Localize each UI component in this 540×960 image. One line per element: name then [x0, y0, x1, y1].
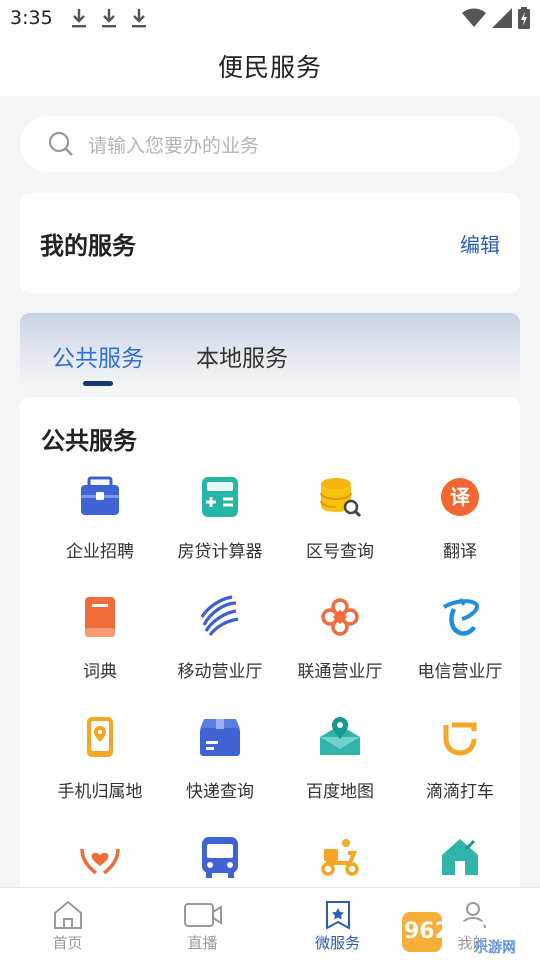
status-time: 3:35 — [10, 7, 53, 29]
didi-icon — [443, 722, 477, 756]
service-label: 企业招聘 — [66, 542, 134, 562]
service-item-express[interactable]: 快递查询 — [160, 715, 280, 835]
service-item-china-mobile[interactable]: 移动营业厅 — [160, 595, 280, 715]
service-label: 手机归属地 — [57, 782, 143, 802]
video-icon — [183, 903, 222, 927]
service-label: 百度地图 — [306, 782, 374, 802]
map-icon — [320, 717, 360, 755]
nav-label: 微服务 — [314, 934, 360, 952]
download-icon — [131, 9, 146, 28]
my-services-card: 我的服务 编辑 — [20, 193, 520, 293]
title-bar: 便民服务 — [0, 36, 540, 96]
service-label: 区号查询 — [306, 542, 374, 562]
service-item-translate[interactable]: 译 翻译 — [400, 475, 520, 595]
search-placeholder: 请输入您要办的业务 — [88, 134, 260, 157]
service-item-phone-location[interactable]: 手机归属地 — [40, 715, 160, 835]
service-label: 房贷计算器 — [177, 542, 263, 562]
service-item-didi[interactable]: 滴滴打车 — [400, 715, 520, 835]
service-label: 滴滴打车 — [426, 782, 494, 802]
download-icon — [101, 9, 116, 28]
bus-icon — [202, 837, 238, 878]
public-services-panel: 公共服务 企业招聘 房贷计算器 区号查询 译 翻译 词典 移动营业厅 联通营业厅… — [20, 397, 520, 917]
page-title: 便民服务 — [217, 53, 322, 82]
nav-home[interactable]: 首页 — [0, 888, 135, 960]
database-search-icon — [320, 478, 362, 518]
search-icon — [48, 131, 73, 156]
service-item-loan-calculator[interactable]: 房贷计算器 — [160, 475, 280, 595]
scooter-icon — [321, 839, 359, 876]
translate-icon: 译 — [441, 478, 479, 516]
nav-label: 首页 — [52, 934, 83, 952]
service-item-china-telecom[interactable]: 电信营业厅 — [400, 595, 520, 715]
dictionary-icon — [85, 597, 115, 637]
service-item-dictionary[interactable]: 词典 — [40, 595, 160, 715]
nav-live[interactable]: 直播 — [135, 888, 270, 960]
china-telecom-icon — [442, 598, 479, 636]
home-icon — [53, 900, 82, 929]
package-icon — [200, 719, 240, 756]
wifi-icon — [462, 8, 486, 27]
signal-icon — [492, 8, 512, 28]
service-label: 移动营业厅 — [177, 662, 263, 682]
service-label: 翻译 — [443, 542, 477, 562]
status-bar: 3:35 — [0, 0, 540, 36]
service-label: 联通营业厅 — [297, 662, 383, 682]
calculator-icon — [202, 477, 238, 517]
service-label: 快递查询 — [186, 782, 254, 802]
nav-services[interactable]: 微服务 — [270, 888, 405, 960]
house-clean-icon — [442, 839, 478, 875]
svg-text:译: 译 — [450, 485, 471, 509]
tab-local-services[interactable]: 本地服务 — [196, 339, 288, 373]
service-label: 电信营业厅 — [417, 662, 503, 682]
my-services-title: 我的服务 — [40, 231, 136, 260]
service-item-china-unicom[interactable]: 联通营业厅 — [280, 595, 400, 715]
nav-label: 直播 — [187, 934, 218, 952]
china-unicom-icon — [321, 598, 359, 636]
service-item-job[interactable]: 企业招聘 — [40, 475, 160, 595]
watermark-sub: 乐游网 — [474, 940, 516, 956]
download-icon — [71, 9, 86, 28]
tab-public-services[interactable]: 公共服务 — [52, 339, 144, 373]
service-item-baidu-map[interactable]: 百度地图 — [280, 715, 400, 835]
edit-button[interactable]: 编辑 — [460, 229, 500, 258]
site-watermark: 962.NET 乐游网 — [402, 912, 516, 956]
search-input[interactable]: 请输入您要办的业务 — [20, 116, 520, 172]
care-hands-icon — [80, 848, 120, 875]
bookmark-star-icon — [325, 901, 350, 930]
phone-location-icon — [87, 717, 113, 757]
service-tabs: 公共服务 本地服务 — [20, 313, 520, 389]
briefcase-icon — [81, 476, 119, 515]
service-label: 词典 — [83, 662, 117, 682]
services-grid: 企业招聘 房贷计算器 区号查询 译 翻译 词典 移动营业厅 联通营业厅 电信营业… — [20, 475, 520, 955]
battery-icon — [518, 7, 530, 29]
section-title: 公共服务 — [41, 427, 137, 455]
service-item-area-code[interactable]: 区号查询 — [280, 475, 400, 595]
china-mobile-icon — [200, 595, 239, 637]
active-tab-indicator — [83, 381, 113, 386]
